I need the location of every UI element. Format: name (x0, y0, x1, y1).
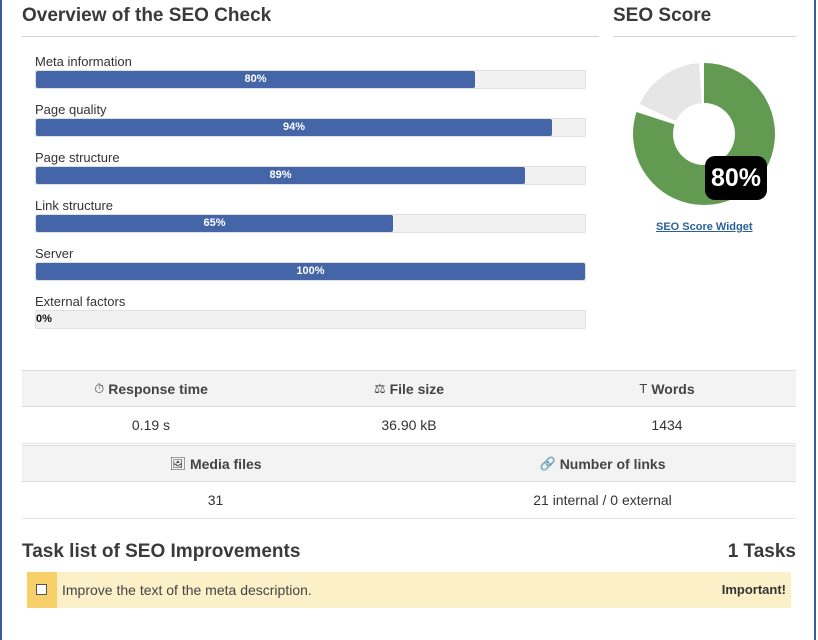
stat-header-words: T Words (639, 380, 695, 397)
category-bar-meta-information: 80% (35, 70, 586, 89)
stat-value-response-time: 0.19 s (131, 417, 171, 433)
seo-score-value: 80% (705, 156, 767, 200)
overview-divider (22, 36, 599, 37)
category-percent: 89% (269, 169, 292, 181)
category-bar-server: 100% (35, 262, 586, 281)
category-label-server: Server (35, 246, 74, 261)
stat-header-file-size: ⚖ File size (373, 380, 445, 397)
seo-score-divider (613, 36, 796, 37)
category-label-page-quality: Page quality (35, 102, 107, 117)
image-icon: 🖼 (169, 455, 186, 471)
stats-header-row-2: 🖼 Media files 🔗 Number of links (22, 445, 796, 482)
category-bar-page-quality: 94% (35, 118, 586, 137)
category-percent: 0% (36, 313, 52, 325)
category-percent: 94% (282, 121, 306, 133)
category-percent: 80% (244, 73, 267, 85)
stat-header-response-time: ⏱ Response time (94, 380, 208, 397)
category-percent: 100% (296, 265, 325, 277)
category-percent: 65% (203, 217, 226, 229)
stats-value-row-1: 0.19 s 36.90 kB 1434 (22, 407, 796, 444)
task-item: Improve the text of the meta description… (27, 572, 791, 608)
category-bar-external-factors: 0% (35, 310, 586, 329)
stats-header-row-1: ⏱ Response time ⚖ File size T Words (22, 370, 796, 407)
stopwatch-icon: ⏱ (94, 380, 105, 396)
category-label-page-structure: Page structure (35, 150, 120, 165)
category-bar-page-structure: 89% (35, 166, 586, 185)
link-icon: 🔗 (539, 455, 556, 471)
task-priority-badge: Important! (721, 582, 786, 597)
stat-value-number-of-links: 21 internal / 0 external (533, 492, 672, 508)
stat-value-media-files: 31 (207, 492, 224, 508)
stat-value-file-size: 36.90 kB (381, 417, 437, 433)
task-checkbox[interactable] (36, 584, 47, 595)
seo-score-title: SEO Score (613, 5, 712, 26)
task-count: 1 Tasks (727, 541, 796, 562)
text-size-icon: T (639, 381, 648, 396)
remaining-arc (639, 63, 702, 121)
task-list-title: Task list of SEO Improvements (22, 541, 301, 562)
seo-score-widget-link[interactable]: SEO Score Widget (656, 221, 752, 233)
stat-value-words: 1434 (651, 417, 683, 433)
task-text: Improve the text of the meta description… (62, 582, 312, 598)
task-checkbox-area[interactable] (27, 572, 57, 608)
overview-title: Overview of the SEO Check (22, 5, 272, 26)
stat-header-number-of-links: 🔗 Number of links (539, 455, 666, 472)
stats-value-row-2: 31 21 internal / 0 external (22, 482, 796, 519)
category-label-meta-information: Meta information (35, 54, 132, 69)
category-bar-link-structure: 65% (35, 214, 586, 233)
stat-header-media-files: 🖼 Media files (169, 455, 262, 472)
category-label-link-structure: Link structure (35, 198, 114, 213)
scale-icon: ⚖ (373, 380, 386, 396)
category-label-external-factors: External factors (35, 294, 126, 309)
